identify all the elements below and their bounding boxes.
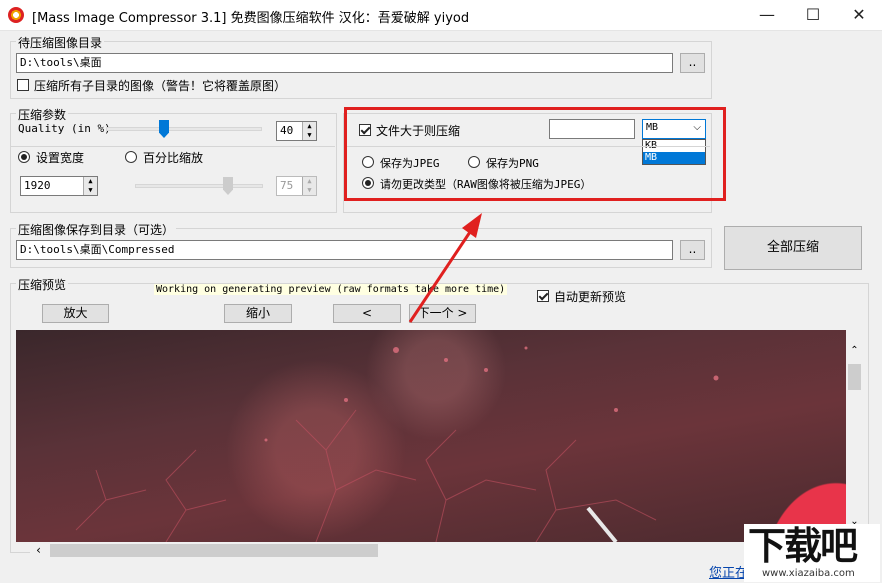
annotation-arrow [408, 213, 482, 323]
